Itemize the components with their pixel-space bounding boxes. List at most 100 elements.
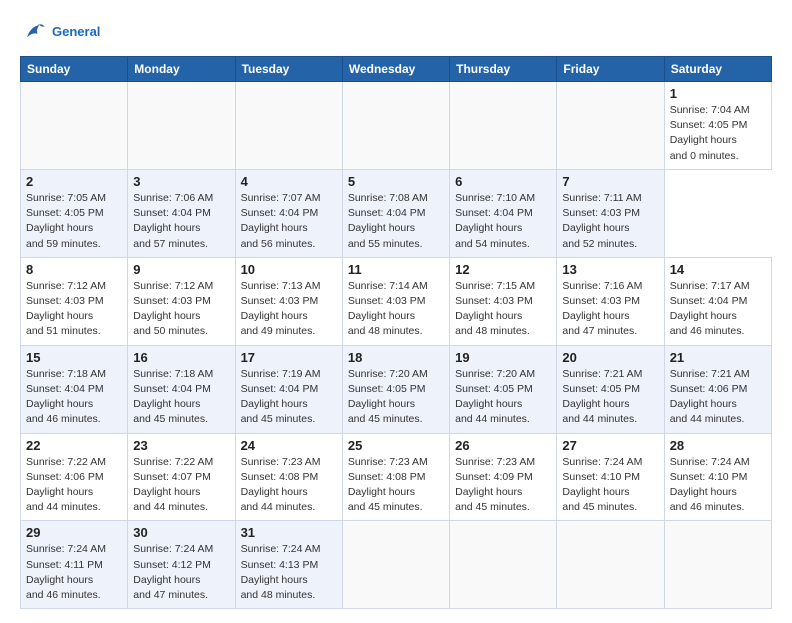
calendar-day: 10 Sunrise: 7:13 AMSunset: 4:03 PMDaylig… bbox=[235, 257, 342, 345]
page: General SundayMondayTuesdayWednesdayThur… bbox=[0, 0, 792, 623]
calendar-week-row: 29 Sunrise: 7:24 AMSunset: 4:11 PMDaylig… bbox=[21, 521, 772, 609]
day-number: 31 bbox=[241, 525, 337, 540]
empty-cell bbox=[342, 82, 449, 170]
day-number: 10 bbox=[241, 262, 337, 277]
day-detail: Sunrise: 7:23 AMSunset: 4:08 PMDaylight … bbox=[241, 455, 337, 516]
calendar-day: 27 Sunrise: 7:24 AMSunset: 4:10 PMDaylig… bbox=[557, 433, 664, 521]
day-number: 25 bbox=[348, 438, 444, 453]
day-detail: Sunrise: 7:11 AMSunset: 4:03 PMDaylight … bbox=[562, 191, 658, 252]
day-number: 19 bbox=[455, 350, 551, 365]
day-number: 24 bbox=[241, 438, 337, 453]
day-of-week-header: Friday bbox=[557, 57, 664, 82]
calendar-header-row: SundayMondayTuesdayWednesdayThursdayFrid… bbox=[21, 57, 772, 82]
calendar-day: 21 Sunrise: 7:21 AMSunset: 4:06 PMDaylig… bbox=[664, 345, 771, 433]
calendar-day: 8 Sunrise: 7:12 AMSunset: 4:03 PMDayligh… bbox=[21, 257, 128, 345]
day-number: 8 bbox=[26, 262, 122, 277]
day-detail: Sunrise: 7:22 AMSunset: 4:07 PMDaylight … bbox=[133, 455, 229, 516]
day-of-week-header: Sunday bbox=[21, 57, 128, 82]
day-detail: Sunrise: 7:17 AMSunset: 4:04 PMDaylight … bbox=[670, 279, 766, 340]
calendar-day: 1 Sunrise: 7:04 AMSunset: 4:05 PMDayligh… bbox=[664, 82, 771, 170]
day-of-week-header: Saturday bbox=[664, 57, 771, 82]
day-number: 15 bbox=[26, 350, 122, 365]
day-detail: Sunrise: 7:24 AMSunset: 4:11 PMDaylight … bbox=[26, 542, 122, 603]
day-detail: Sunrise: 7:21 AMSunset: 4:05 PMDaylight … bbox=[562, 367, 658, 428]
day-detail: Sunrise: 7:22 AMSunset: 4:06 PMDaylight … bbox=[26, 455, 122, 516]
calendar-week-row: 2 Sunrise: 7:05 AMSunset: 4:05 PMDayligh… bbox=[21, 169, 772, 257]
day-number: 20 bbox=[562, 350, 658, 365]
calendar-day: 26 Sunrise: 7:23 AMSunset: 4:09 PMDaylig… bbox=[450, 433, 557, 521]
calendar-day: 28 Sunrise: 7:24 AMSunset: 4:10 PMDaylig… bbox=[664, 433, 771, 521]
day-number: 30 bbox=[133, 525, 229, 540]
calendar-week-row: 15 Sunrise: 7:18 AMSunset: 4:04 PMDaylig… bbox=[21, 345, 772, 433]
day-detail: Sunrise: 7:21 AMSunset: 4:06 PMDaylight … bbox=[670, 367, 766, 428]
day-detail: Sunrise: 7:13 AMSunset: 4:03 PMDaylight … bbox=[241, 279, 337, 340]
day-detail: Sunrise: 7:24 AMSunset: 4:10 PMDaylight … bbox=[562, 455, 658, 516]
day-detail: Sunrise: 7:23 AMSunset: 4:09 PMDaylight … bbox=[455, 455, 551, 516]
day-detail: Sunrise: 7:08 AMSunset: 4:04 PMDaylight … bbox=[348, 191, 444, 252]
day-detail: Sunrise: 7:24 AMSunset: 4:10 PMDaylight … bbox=[670, 455, 766, 516]
calendar-day: 7 Sunrise: 7:11 AMSunset: 4:03 PMDayligh… bbox=[557, 169, 664, 257]
day-detail: Sunrise: 7:23 AMSunset: 4:08 PMDaylight … bbox=[348, 455, 444, 516]
day-detail: Sunrise: 7:20 AMSunset: 4:05 PMDaylight … bbox=[348, 367, 444, 428]
calendar-day: 15 Sunrise: 7:18 AMSunset: 4:04 PMDaylig… bbox=[21, 345, 128, 433]
logo: General bbox=[20, 18, 100, 46]
day-number: 5 bbox=[348, 174, 444, 189]
empty-cell bbox=[128, 82, 235, 170]
day-number: 12 bbox=[455, 262, 551, 277]
calendar-day: 31 Sunrise: 7:24 AMSunset: 4:13 PMDaylig… bbox=[235, 521, 342, 609]
empty-cell bbox=[557, 82, 664, 170]
day-number: 21 bbox=[670, 350, 766, 365]
calendar-table: SundayMondayTuesdayWednesdayThursdayFrid… bbox=[20, 56, 772, 609]
calendar-day: 14 Sunrise: 7:17 AMSunset: 4:04 PMDaylig… bbox=[664, 257, 771, 345]
day-number: 23 bbox=[133, 438, 229, 453]
day-detail: Sunrise: 7:20 AMSunset: 4:05 PMDaylight … bbox=[455, 367, 551, 428]
calendar-day: 6 Sunrise: 7:10 AMSunset: 4:04 PMDayligh… bbox=[450, 169, 557, 257]
day-number: 1 bbox=[670, 86, 766, 101]
day-detail: Sunrise: 7:18 AMSunset: 4:04 PMDaylight … bbox=[26, 367, 122, 428]
day-detail: Sunrise: 7:12 AMSunset: 4:03 PMDaylight … bbox=[133, 279, 229, 340]
calendar-day: 23 Sunrise: 7:22 AMSunset: 4:07 PMDaylig… bbox=[128, 433, 235, 521]
day-number: 28 bbox=[670, 438, 766, 453]
empty-cell bbox=[557, 521, 664, 609]
day-detail: Sunrise: 7:19 AMSunset: 4:04 PMDaylight … bbox=[241, 367, 337, 428]
calendar-day: 25 Sunrise: 7:23 AMSunset: 4:08 PMDaylig… bbox=[342, 433, 449, 521]
day-detail: Sunrise: 7:18 AMSunset: 4:04 PMDaylight … bbox=[133, 367, 229, 428]
calendar-day: 11 Sunrise: 7:14 AMSunset: 4:03 PMDaylig… bbox=[342, 257, 449, 345]
day-number: 4 bbox=[241, 174, 337, 189]
calendar-week-row: 1 Sunrise: 7:04 AMSunset: 4:05 PMDayligh… bbox=[21, 82, 772, 170]
calendar-day: 30 Sunrise: 7:24 AMSunset: 4:12 PMDaylig… bbox=[128, 521, 235, 609]
day-detail: Sunrise: 7:24 AMSunset: 4:12 PMDaylight … bbox=[133, 542, 229, 603]
calendar-day: 17 Sunrise: 7:19 AMSunset: 4:04 PMDaylig… bbox=[235, 345, 342, 433]
day-number: 2 bbox=[26, 174, 122, 189]
day-of-week-header: Monday bbox=[128, 57, 235, 82]
day-number: 18 bbox=[348, 350, 444, 365]
day-of-week-header: Tuesday bbox=[235, 57, 342, 82]
calendar-day: 4 Sunrise: 7:07 AMSunset: 4:04 PMDayligh… bbox=[235, 169, 342, 257]
day-detail: Sunrise: 7:07 AMSunset: 4:04 PMDaylight … bbox=[241, 191, 337, 252]
day-detail: Sunrise: 7:16 AMSunset: 4:03 PMDaylight … bbox=[562, 279, 658, 340]
calendar-day: 13 Sunrise: 7:16 AMSunset: 4:03 PMDaylig… bbox=[557, 257, 664, 345]
calendar-week-row: 22 Sunrise: 7:22 AMSunset: 4:06 PMDaylig… bbox=[21, 433, 772, 521]
day-number: 9 bbox=[133, 262, 229, 277]
day-number: 11 bbox=[348, 262, 444, 277]
calendar-day: 16 Sunrise: 7:18 AMSunset: 4:04 PMDaylig… bbox=[128, 345, 235, 433]
empty-cell bbox=[21, 82, 128, 170]
calendar-day: 3 Sunrise: 7:06 AMSunset: 4:04 PMDayligh… bbox=[128, 169, 235, 257]
calendar-day: 2 Sunrise: 7:05 AMSunset: 4:05 PMDayligh… bbox=[21, 169, 128, 257]
calendar-day: 20 Sunrise: 7:21 AMSunset: 4:05 PMDaylig… bbox=[557, 345, 664, 433]
calendar-day: 24 Sunrise: 7:23 AMSunset: 4:08 PMDaylig… bbox=[235, 433, 342, 521]
calendar-day: 5 Sunrise: 7:08 AMSunset: 4:04 PMDayligh… bbox=[342, 169, 449, 257]
logo-line1: General bbox=[52, 24, 100, 39]
day-number: 22 bbox=[26, 438, 122, 453]
day-detail: Sunrise: 7:15 AMSunset: 4:03 PMDaylight … bbox=[455, 279, 551, 340]
day-detail: Sunrise: 7:06 AMSunset: 4:04 PMDaylight … bbox=[133, 191, 229, 252]
day-number: 7 bbox=[562, 174, 658, 189]
calendar-day: 18 Sunrise: 7:20 AMSunset: 4:05 PMDaylig… bbox=[342, 345, 449, 433]
day-number: 16 bbox=[133, 350, 229, 365]
day-of-week-header: Wednesday bbox=[342, 57, 449, 82]
logo-icon bbox=[20, 18, 48, 46]
logo-text: General bbox=[52, 24, 100, 40]
empty-cell bbox=[664, 521, 771, 609]
day-detail: Sunrise: 7:12 AMSunset: 4:03 PMDaylight … bbox=[26, 279, 122, 340]
day-number: 27 bbox=[562, 438, 658, 453]
